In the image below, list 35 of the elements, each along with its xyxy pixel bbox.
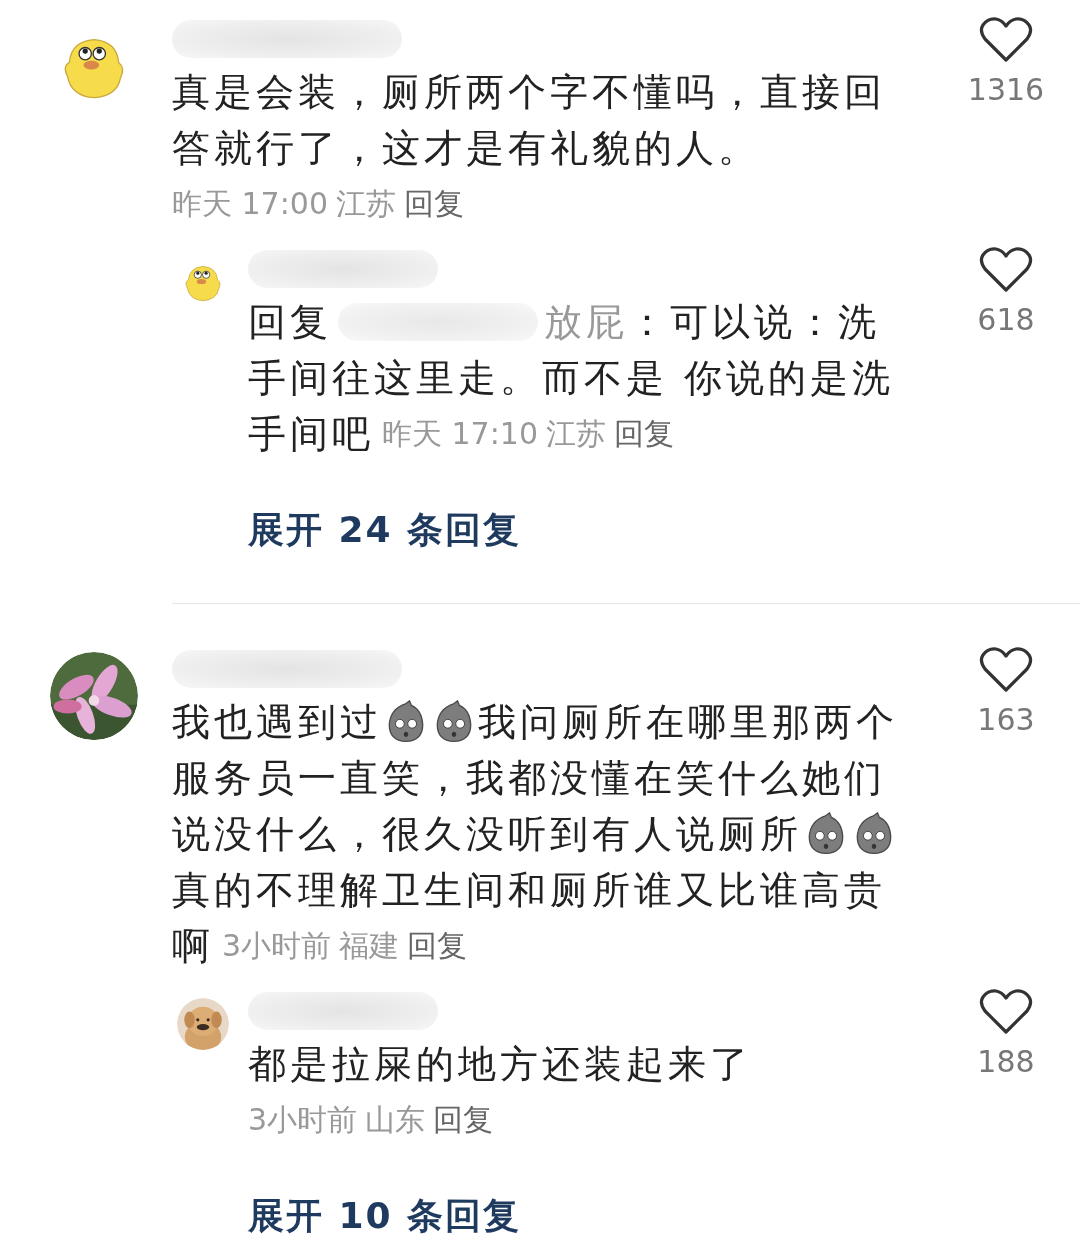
comment-text: 答就行了，这才是有礼貌的人。 (172, 125, 760, 172)
like-count: 618 (977, 302, 1035, 337)
comment-text: 服务员一直笑，我都没懂在笑什么她们 (172, 755, 886, 802)
comment-text: 真的不理解卫生间和厕所谁又比谁高贵 (172, 867, 886, 914)
like-count: 188 (977, 1044, 1035, 1079)
like-icon[interactable] (979, 646, 1033, 694)
comment-text: 回复 (248, 299, 332, 346)
timestamp: 昨天 17:00 (172, 185, 328, 223)
comment-text: 啊 (172, 923, 214, 970)
comment-text: 说没什么，很久没听到有人说厕所 (172, 811, 802, 858)
expand-replies-link[interactable]: 展开 10 条回复 (248, 1192, 522, 1241)
location: 福建 (339, 927, 400, 965)
reply-link[interactable]: 回复 (614, 406, 674, 462)
comment-text: 手间吧 (248, 411, 374, 458)
like-icon[interactable] (979, 988, 1033, 1036)
expand-replies-link[interactable]: 展开 24 条回复 (248, 506, 522, 555)
reply-link[interactable]: 回复 (433, 1092, 494, 1148)
timestamp: 昨天 17:10 (382, 415, 538, 453)
location: 山东 (365, 1101, 426, 1139)
reply-link[interactable]: 回复 (404, 176, 464, 232)
comment-text: 真是会装，厕所两个字不懂吗，直接回 (172, 69, 886, 116)
location: 江苏 (546, 415, 606, 453)
timestamp: 3小时前 (248, 1101, 358, 1139)
comment-text: 我也遇到过 (172, 699, 382, 746)
timestamp: 3小时前 (222, 927, 332, 965)
like-icon[interactable] (979, 16, 1033, 64)
reply-link[interactable]: 回复 (407, 918, 468, 974)
location: 江苏 (336, 185, 396, 223)
comment-text: 我问厕所在哪里那两个 (478, 699, 898, 746)
like-icon[interactable] (979, 246, 1033, 294)
comment-text: 都是拉屎的地方还装起来了 (248, 1041, 752, 1088)
comment-text: ：可以说：洗 (628, 299, 880, 346)
comment-text: 手间往这里走。而不是 你说的是洗 (248, 355, 895, 402)
like-count: 1316 (967, 72, 1045, 107)
like-count: 163 (977, 702, 1035, 737)
